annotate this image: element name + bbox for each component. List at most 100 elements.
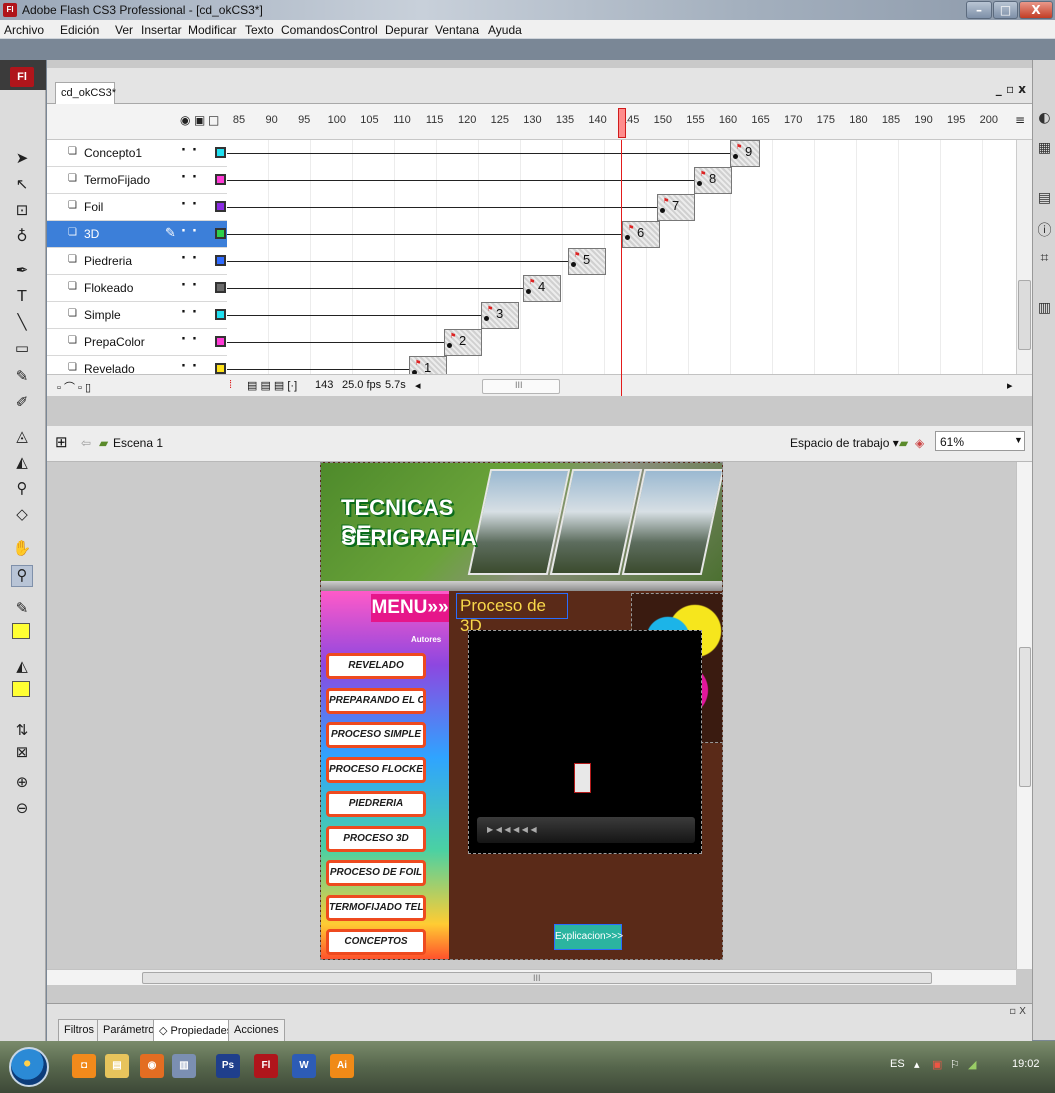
menu-button[interactable]: REVELADO (326, 653, 426, 679)
layer-visibility-toggles[interactable]: ·· (181, 305, 203, 320)
timeline-scroll-left-icon[interactable]: ◂ (415, 379, 421, 392)
menu-modificar[interactable]: Modificar (188, 23, 237, 37)
subselection-tool-icon[interactable]: ↖ (11, 175, 33, 197)
zoom-select[interactable]: 61% ▼ (935, 431, 1025, 451)
eraser-tool-icon[interactable]: ◇ (11, 505, 33, 527)
component-symbol-icon[interactable] (574, 763, 591, 793)
layer-visibility-toggles[interactable]: ·· (181, 143, 203, 158)
layer-row[interactable]: ❏ Foil ·· ⚑ 7 (47, 194, 1032, 221)
layer-frames[interactable]: ⚑ 3 (227, 302, 1022, 329)
back-arrow-icon[interactable]: ⇦ (81, 436, 91, 450)
stroke-color-icon[interactable]: ✎ (11, 599, 33, 621)
menu-button[interactable]: PROCESO 3D (326, 825, 426, 852)
layer-outline-color[interactable] (215, 282, 226, 293)
keyframe-label[interactable]: ⚑ 2 (444, 329, 482, 356)
free-transform-tool-icon[interactable]: ⊡ (11, 201, 33, 223)
zoom-out-option-icon[interactable]: ⊖ (11, 799, 33, 821)
keyframe-label[interactable]: ⚑ 8 (694, 167, 732, 194)
maximize-button[interactable]: □ (993, 1, 1018, 19)
swatches-panel-icon[interactable]: ▦ (1036, 140, 1053, 157)
menu-ventana[interactable]: Ventana (435, 23, 479, 37)
menu-depurar[interactable]: Depurar (385, 23, 428, 37)
ink-bottle-tool-icon[interactable]: ◬ (11, 427, 33, 449)
menu-edicion[interactable]: Edición (60, 23, 99, 37)
menu-insertar[interactable]: Insertar (141, 23, 182, 37)
minimize-button[interactable]: – (966, 1, 992, 19)
transform-panel-icon[interactable]: ⌗ (1036, 250, 1053, 267)
layer-name-cell[interactable]: ❏ 3D ✎ ·· (54, 221, 226, 248)
explicacion-button[interactable]: Explicacion>>> (554, 924, 623, 950)
pen-tool-icon[interactable]: ✒ (11, 261, 33, 283)
menu-button[interactable]: PROCESO FLOCKEADO (326, 756, 426, 783)
lock-layers-icon[interactable]: ▣ (194, 113, 205, 127)
line-tool-icon[interactable]: ╲ (11, 313, 33, 335)
stage-vertical-scroll-thumb[interactable] (1019, 647, 1031, 787)
stage-canvas[interactable]: TECNICAS DE SERIGRAFIA MENU»» Autores RE… (320, 462, 723, 960)
layer-visibility-toggles[interactable]: ·· (181, 251, 203, 266)
menu-ayuda[interactable]: Ayuda (488, 23, 522, 37)
layer-row[interactable]: ❏ PrepaColor ·· ⚑ 2 (47, 329, 1032, 356)
edit-scene-icon[interactable]: ▰ (899, 436, 908, 450)
layer-name-cell[interactable]: ❏ PrepaColor ·· (54, 329, 226, 356)
firefox-icon[interactable]: ◉ (140, 1054, 164, 1078)
layer-frames[interactable]: ⚑ 6 (227, 221, 1022, 248)
layer-outline-color[interactable] (215, 201, 226, 212)
document-tab[interactable]: cd_okCS3* (55, 82, 116, 104)
layer-row[interactable]: ❏ Simple ·· ⚑ 3 (47, 302, 1032, 329)
layer-visibility-toggles[interactable]: ·· (181, 170, 203, 185)
video-control-bar[interactable]: ▶ ◀ ◀ ◀ ◀ ◀ (477, 817, 695, 843)
menu-button[interactable]: PROCESO SIMPLE (326, 722, 426, 748)
layer-outline-color[interactable] (215, 255, 226, 266)
menu-texto[interactable]: Texto (245, 23, 274, 37)
no-color-icon[interactable]: ⊠ (11, 743, 33, 765)
align-panel-icon[interactable]: ▤ (1036, 190, 1053, 207)
color-panel-icon[interactable]: ◐ (1036, 110, 1053, 127)
properties-panel-controls[interactable]: ▫ X (1009, 1006, 1026, 1017)
library-panel-icon[interactable]: ▥ (1036, 300, 1053, 317)
word-icon[interactable]: W (292, 1054, 316, 1078)
zoom-in-option-icon[interactable]: ⊕ (11, 773, 33, 795)
layer-visibility-toggles[interactable]: ·· (181, 197, 203, 212)
video-player[interactable]: ▶ ◀ ◀ ◀ ◀ ◀ (468, 630, 702, 854)
network-icon[interactable]: ▣ (932, 1058, 942, 1071)
clock[interactable]: 19:02 (1012, 1058, 1040, 1070)
menu-comandos[interactable]: Comandos (281, 23, 339, 37)
stage-horizontal-scroll-thumb[interactable]: III (142, 972, 932, 984)
hand-tool-icon[interactable]: ✋ (11, 539, 33, 561)
autores-link[interactable]: Autores (411, 635, 441, 644)
layer-outline-color[interactable] (215, 147, 226, 158)
layer-outline-color[interactable] (215, 228, 226, 239)
layer-outline-color[interactable] (215, 363, 226, 374)
menu-button[interactable]: CONCEPTOS (326, 929, 426, 955)
layer-outline-color[interactable] (215, 336, 226, 347)
folder-icon[interactable]: ▤ (105, 1054, 129, 1078)
document-window-controls[interactable]: _ ▫ x (996, 82, 1026, 96)
layer-row[interactable]: ❏ TermoFijado ·· ⚑ 8 (47, 167, 1032, 194)
center-frame-icon[interactable]: ⁞ (229, 379, 232, 391)
layer-visibility-toggles[interactable]: ·· (181, 278, 203, 293)
photoshop-icon[interactable]: Ps (216, 1054, 240, 1078)
keyframe-label[interactable]: ⚑ 5 (568, 248, 606, 275)
layer-row[interactable]: ❏ Concepto1 ·· ⚑ 9 (47, 140, 1032, 167)
close-button[interactable]: X (1019, 1, 1053, 19)
menu-ver[interactable]: Ver (115, 23, 133, 37)
paint-bucket-tool-icon[interactable]: ◭ (11, 453, 33, 475)
layer-frames[interactable]: ⚑ 4 (227, 275, 1022, 302)
tab-filtros[interactable]: Filtros (58, 1019, 100, 1041)
volume-icon[interactable]: ◢ (968, 1058, 976, 1071)
tray-expand-icon[interactable]: ▴ (914, 1058, 920, 1071)
fill-color-swatch[interactable] (12, 681, 30, 697)
keyframe-label[interactable]: ⚑ 7 (657, 194, 695, 221)
edit-symbols-icon[interactable]: ◈ (915, 436, 924, 450)
layer-name-cell[interactable]: ❏ Concepto1 ·· (54, 140, 226, 167)
orange-app-icon[interactable]: ◘ (72, 1054, 96, 1078)
layer-visibility-toggles[interactable]: ·· (181, 332, 203, 347)
show-hide-layers-icon[interactable]: ◉ (180, 113, 190, 127)
layer-controls-icon[interactable]: ▫ ⌒ ▫ ▯ (57, 379, 91, 395)
timeline-menu-icon[interactable]: ≡ (1015, 113, 1025, 127)
layer-outline-color[interactable] (215, 309, 226, 320)
layer-frames[interactable]: ⚑ 8 (227, 167, 1022, 194)
layer-frames[interactable]: ⚑ 9 (227, 140, 1022, 167)
playhead[interactable] (618, 108, 626, 138)
brush-tool-icon[interactable]: ✐ (11, 393, 33, 415)
